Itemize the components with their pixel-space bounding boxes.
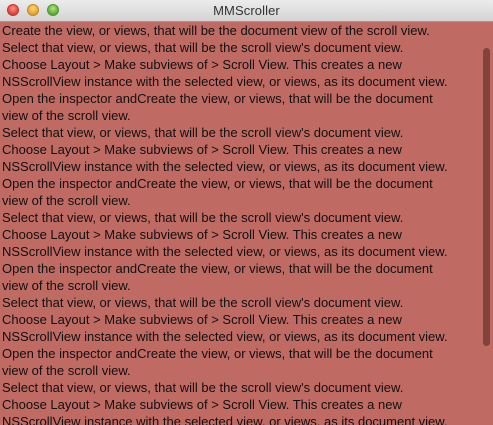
document-text-line: Choose Layout > Make subviews of > Scrol… — [2, 227, 402, 242]
document-text-line: Select that view, or views, that will be… — [2, 295, 404, 310]
document-text-line: Select that view, or views, that will be… — [2, 210, 404, 225]
window-title: MMScroller — [213, 3, 280, 18]
document-view: Create the view, or views, that will be … — [2, 22, 480, 425]
document-text-line: NSScrollView instance with the selected … — [2, 244, 448, 259]
document-text-line: Choose Layout > Make subviews of > Scrol… — [2, 57, 402, 72]
document-text-line: Open the inspector andCreate the view, o… — [2, 261, 433, 276]
document-text-line: NSScrollView instance with the selected … — [2, 74, 448, 89]
document-text-line: NSScrollView instance with the selected … — [2, 159, 448, 174]
document-text-line: view of the scroll view. — [2, 193, 131, 208]
title-bar[interactable]: MMScroller — [0, 0, 493, 22]
document-text-line: Select that view, or views, that will be… — [2, 125, 404, 140]
document-text-line: Select that view, or views, that will be… — [2, 40, 404, 55]
document-text-line: view of the scroll view. — [2, 278, 131, 293]
document-text-line: Select that view, or views, that will be… — [2, 380, 404, 395]
scroll-view[interactable]: Create the view, or views, that will be … — [0, 22, 493, 425]
document-text-line: Open the inspector andCreate the view, o… — [2, 176, 433, 191]
document-text-line: Open the inspector andCreate the view, o… — [2, 91, 433, 106]
document-text-line: Create the view, or views, that will be … — [2, 23, 430, 38]
document-text-line: view of the scroll view. — [2, 363, 131, 378]
document-text-line: NSScrollView instance with the selected … — [2, 329, 448, 344]
document-text-line: Choose Layout > Make subviews of > Scrol… — [2, 312, 402, 327]
app-window: MMScroller Create the view, or views, th… — [0, 0, 493, 425]
document-text-line: Open the inspector andCreate the view, o… — [2, 346, 433, 361]
document-text-line: Choose Layout > Make subviews of > Scrol… — [2, 397, 402, 412]
document-text-line: NSScrollView instance with the selected … — [2, 414, 448, 425]
document-text-line: Choose Layout > Make subviews of > Scrol… — [2, 142, 402, 157]
vertical-scroller-knob[interactable] — [483, 48, 490, 346]
document-text-line: view of the scroll view. — [2, 108, 131, 123]
